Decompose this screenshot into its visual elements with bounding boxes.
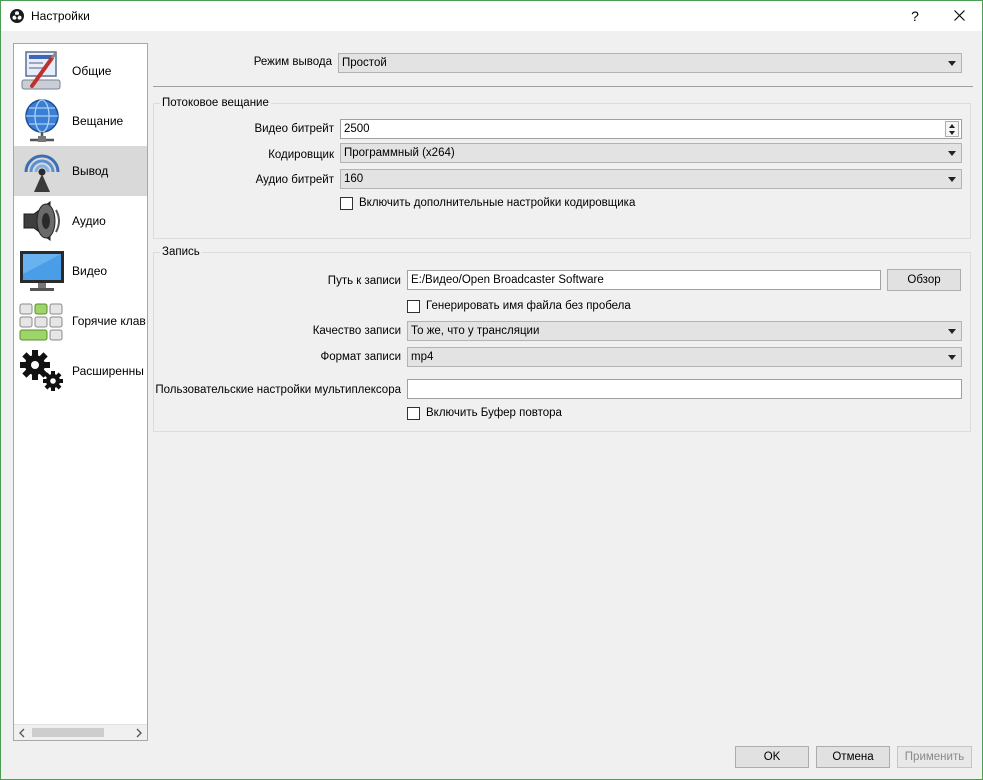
sidebar-item-advanced[interactable]: Расширенны (14, 346, 147, 396)
broadcast-antenna-icon (24, 154, 60, 192)
browse-button[interactable]: Обзор (887, 269, 961, 291)
sidebar-item-output[interactable]: Вывод (14, 146, 147, 196)
monitor-icon (20, 251, 64, 291)
output-mode-value: Простой (342, 57, 387, 69)
sidebar-item-video[interactable]: Видео (14, 246, 147, 296)
close-button[interactable] (945, 1, 975, 31)
window-title: Настройки (31, 9, 90, 23)
title-bar: Настройки ? (1, 1, 982, 31)
output-mode-label: Режим вывода (253, 56, 332, 68)
audio-bitrate-select[interactable]: 160 (340, 169, 962, 189)
video-bitrate-spinner[interactable] (945, 121, 959, 137)
chevron-down-icon (948, 177, 956, 182)
speaker-icon (23, 201, 60, 241)
record-path-value: E:/Видео/Open Broadcaster Software (411, 274, 604, 286)
sidebar-item-label: Вещание (72, 114, 124, 128)
obs-logo-icon (10, 9, 24, 23)
sidebar-item-label: Общие (72, 64, 112, 78)
scrollbar-thumb[interactable] (32, 728, 104, 737)
encoder-value: Программный (x264) (344, 147, 455, 159)
record-quality-label: Качество записи (312, 325, 401, 337)
help-button[interactable]: ? (901, 1, 929, 31)
streaming-group-title: Потоковое вещание (160, 97, 271, 109)
apply-button[interactable]: Применить (897, 746, 972, 768)
advanced-encoder-label: Включить дополнительные настройки кодиро… (359, 197, 636, 209)
sidebar-item-audio[interactable]: Аудио (14, 196, 147, 246)
video-bitrate-input[interactable]: 2500 (340, 119, 962, 139)
spin-up-icon[interactable] (949, 124, 955, 128)
general-settings-icon (21, 51, 61, 90)
record-path-input[interactable]: E:/Видео/Open Broadcaster Software (407, 270, 881, 290)
record-path-label: Путь к записи (327, 275, 401, 287)
cancel-button[interactable]: Отмена (816, 746, 890, 768)
keyboard-icon (19, 303, 63, 341)
section-divider (153, 86, 973, 87)
chevron-down-icon (948, 61, 956, 66)
settings-sidebar: Общие Вещание Вывод Аудио Видео Горячие … (13, 43, 148, 741)
no-space-filename-checkbox[interactable] (407, 300, 420, 313)
sidebar-item-label: Расширенны (72, 364, 144, 378)
output-settings-panel: Режим вывода Простой Потоковое вещание В… (153, 43, 973, 733)
audio-bitrate-value: 160 (344, 173, 364, 185)
encoder-select[interactable]: Программный (x264) (340, 143, 962, 163)
sidebar-horizontal-scrollbar[interactable] (14, 724, 147, 740)
muxer-settings-label: Пользовательские настройки мультиплексор… (155, 384, 401, 396)
encoder-label: Кодировщик (268, 149, 334, 161)
replay-buffer-label: Включить Буфер повтора (426, 407, 562, 419)
sidebar-item-label: Вывод (72, 164, 109, 178)
close-icon (954, 10, 965, 21)
ok-button[interactable]: OK (735, 746, 809, 768)
scroll-left-icon[interactable] (16, 727, 28, 739)
video-bitrate-value: 2500 (344, 123, 370, 135)
advanced-encoder-checkbox[interactable] (340, 197, 353, 210)
sidebar-item-label: Видео (72, 264, 108, 278)
audio-bitrate-label: Аудио битрейт (255, 174, 334, 186)
output-mode-select[interactable]: Простой (338, 53, 962, 73)
record-format-label: Формат записи (320, 351, 401, 363)
muxer-settings-input[interactable] (407, 379, 962, 399)
no-space-filename-label: Генерировать имя файла без пробела (426, 300, 631, 312)
sidebar-item-label: Горячие клав (72, 314, 146, 328)
record-quality-select[interactable]: То же, что у трансляции (407, 321, 962, 341)
video-bitrate-label: Видео битрейт (254, 123, 334, 135)
recording-group-title: Запись (160, 246, 202, 258)
scroll-right-icon[interactable] (133, 727, 145, 739)
record-quality-value: То же, что у трансляции (411, 325, 540, 337)
sidebar-item-label: Аудио (72, 214, 106, 228)
gears-icon (20, 350, 63, 391)
chevron-down-icon (948, 151, 956, 156)
record-format-value: mp4 (411, 351, 434, 363)
globe-network-icon (25, 99, 59, 142)
sidebar-item-hotkeys[interactable]: Горячие клав (14, 296, 147, 346)
chevron-down-icon (948, 355, 956, 360)
sidebar-item-general[interactable]: Общие (14, 46, 147, 96)
record-format-select[interactable]: mp4 (407, 347, 962, 367)
sidebar-item-stream[interactable]: Вещание (14, 96, 147, 146)
spin-down-icon[interactable] (949, 131, 955, 135)
replay-buffer-checkbox[interactable] (407, 407, 420, 420)
chevron-down-icon (948, 329, 956, 334)
settings-window: Настройки ? Общие Вещание Вывод Аудио Ви… (0, 0, 983, 780)
